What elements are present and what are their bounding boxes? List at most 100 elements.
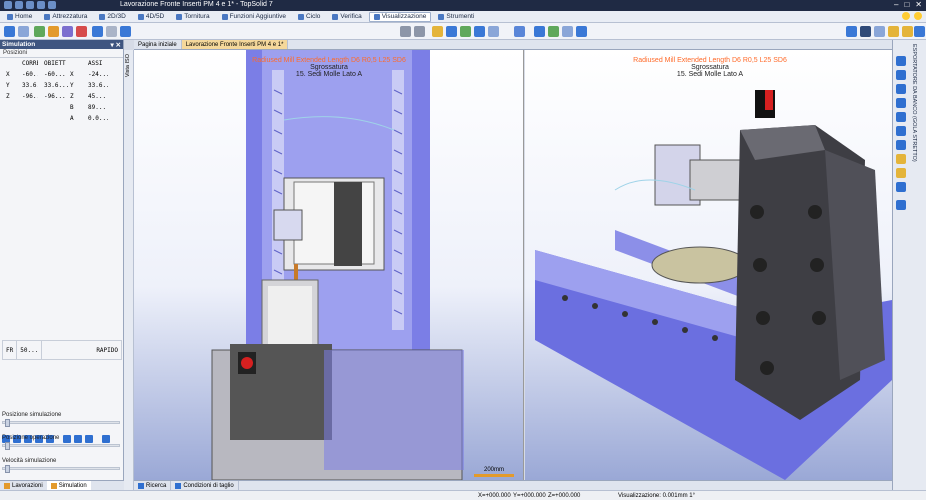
status-bar: X=+000.000 Y=+000.000 Z=+000.000 Visuali… bbox=[0, 490, 926, 500]
table-view-icon[interactable] bbox=[576, 26, 587, 37]
simulation-speed-slider: Velocità simulazione bbox=[2, 458, 120, 473]
graph-view-icon[interactable] bbox=[562, 26, 573, 37]
positions-section: Posizioni bbox=[0, 49, 123, 58]
tab-home[interactable]: Home bbox=[2, 12, 37, 22]
cube-view-icon[interactable] bbox=[514, 26, 525, 37]
search-icon[interactable] bbox=[896, 140, 906, 150]
slider-thumb[interactable] bbox=[5, 465, 10, 473]
status-z: Z=+000.000 bbox=[548, 493, 581, 499]
tab-document[interactable]: Lavorazione Fronte Inserti PM 4 e 1* bbox=[181, 40, 289, 49]
view-highlight-icon[interactable] bbox=[76, 26, 87, 37]
split-view-icon[interactable] bbox=[534, 26, 545, 37]
tab-4d5d[interactable]: 4D/5D bbox=[133, 12, 169, 22]
tab-home-page[interactable]: Pagina iniziale bbox=[134, 40, 182, 49]
tools-icon bbox=[438, 13, 445, 20]
undo-icon[interactable] bbox=[26, 1, 34, 9]
view-shade-icon[interactable] bbox=[62, 26, 73, 37]
slider-thumb[interactable] bbox=[5, 419, 10, 427]
status-x: X=+000.000 bbox=[478, 493, 511, 499]
window-zoom-icon[interactable] bbox=[896, 126, 906, 136]
right-machine-render bbox=[535, 90, 892, 480]
refresh-icon[interactable] bbox=[48, 1, 56, 9]
mill-4d5d-icon bbox=[137, 13, 144, 20]
tab-condizioni-di-taglio[interactable]: Condizioni di taglio bbox=[171, 481, 239, 490]
left-operation-step: 15. Sedi Molle Lato A bbox=[295, 71, 363, 78]
tab-ricerca[interactable]: Ricerca bbox=[134, 481, 172, 490]
right-tool-name: Radiused Mill Extended Length D6 R0,5 L2… bbox=[633, 57, 787, 64]
simulation-panel-header: Simulation ▾ ✕ bbox=[0, 40, 123, 49]
camera-icon[interactable] bbox=[474, 26, 485, 37]
box-view-icon[interactable] bbox=[860, 26, 871, 37]
tab-strumenti[interactable]: Strumenti bbox=[433, 12, 479, 22]
home-view-icon[interactable] bbox=[846, 26, 857, 37]
view-zoom-icon[interactable] bbox=[106, 26, 117, 37]
tab-tornitura[interactable]: Tornitura bbox=[171, 12, 214, 22]
base-slide bbox=[324, 350, 464, 470]
align-left-icon[interactable] bbox=[400, 26, 411, 37]
quick-access-toolbar bbox=[4, 1, 56, 9]
save-icon[interactable] bbox=[15, 1, 23, 9]
cycle-icon bbox=[297, 13, 304, 20]
cutting-conditions-icon bbox=[175, 482, 182, 489]
workpiece bbox=[273, 209, 303, 241]
chart-view-icon[interactable] bbox=[548, 26, 559, 37]
tab-attrezzatura[interactable]: Attrezzatura bbox=[39, 12, 92, 22]
graphics-area[interactable]: Radiused Mill Extended Length D6 R0,5 L2… bbox=[134, 50, 892, 480]
tab-visualizzazione[interactable]: Visualizzazione bbox=[368, 11, 432, 22]
pan-icon[interactable] bbox=[896, 84, 906, 94]
simulation-speed-track[interactable] bbox=[2, 465, 120, 473]
app-logo-icon[interactable] bbox=[4, 1, 12, 9]
maximize-button[interactable]: □ bbox=[904, 0, 909, 9]
folder-icon[interactable] bbox=[888, 26, 899, 37]
tab-funzioni-aggiuntive[interactable]: Funzioni Aggiuntive bbox=[217, 12, 291, 22]
left-viewport[interactable]: Radiused Mill Extended Length D6 R0,5 L2… bbox=[134, 50, 524, 480]
tab-ciclo[interactable]: Ciclo bbox=[293, 12, 325, 22]
tab-2d3d[interactable]: 2D/3D bbox=[94, 12, 130, 22]
navigate-icon[interactable] bbox=[896, 56, 906, 66]
panel-pin-close[interactable]: ▾ ✕ bbox=[110, 41, 121, 49]
light-icon[interactable] bbox=[488, 26, 499, 37]
help-icon[interactable] bbox=[896, 168, 906, 178]
table-row: Z -96... -96... Z 45... bbox=[6, 93, 107, 100]
measure-icon[interactable] bbox=[896, 70, 906, 80]
tab-simulation[interactable]: Simulation bbox=[46, 481, 91, 490]
layers-icon[interactable] bbox=[896, 200, 906, 210]
redo-icon[interactable] bbox=[37, 1, 45, 9]
align-right-icon[interactable] bbox=[414, 26, 425, 37]
simulation-position-track[interactable] bbox=[2, 419, 120, 427]
zoom-icon[interactable] bbox=[896, 112, 906, 122]
tab-lavorazioni[interactable]: Lavorazioni bbox=[0, 481, 47, 490]
iso-view-tab[interactable]: Vista ISO bbox=[124, 50, 134, 490]
view-model-icon[interactable] bbox=[4, 26, 15, 37]
simulation-icon bbox=[50, 482, 57, 489]
slider-thumb[interactable] bbox=[5, 442, 10, 450]
minimize-button[interactable]: – bbox=[894, 0, 898, 9]
right-viewport[interactable]: Radiused Mill Extended Length D6 R0,5 L2… bbox=[525, 50, 892, 480]
overflow-icon[interactable] bbox=[914, 26, 925, 37]
view-wire-icon[interactable] bbox=[18, 26, 29, 37]
layer-icon[interactable] bbox=[432, 26, 443, 37]
close-button[interactable]: ✕ bbox=[915, 0, 922, 9]
operation-position-track[interactable] bbox=[2, 442, 120, 450]
project-icon[interactable] bbox=[874, 26, 885, 37]
view-fit-icon[interactable] bbox=[92, 26, 103, 37]
help-icon[interactable] bbox=[902, 12, 910, 20]
feedrate-value: 50... bbox=[17, 341, 43, 359]
view-section-icon[interactable] bbox=[48, 26, 59, 37]
table-row: Y 33.6... 33.6... Y 33.6... bbox=[6, 82, 108, 89]
sensor-led bbox=[765, 90, 773, 110]
settings-icon[interactable] bbox=[896, 182, 906, 192]
color-icon[interactable] bbox=[460, 26, 471, 37]
rotate-icon[interactable] bbox=[896, 98, 906, 108]
right-operation-info: Radiused Mill Extended Length D6 R0,5 L2… bbox=[615, 57, 805, 78]
scale-bar: 200mm bbox=[474, 467, 514, 477]
package-icon[interactable] bbox=[902, 26, 913, 37]
properties-icon[interactable] bbox=[896, 154, 906, 164]
settings-icon[interactable] bbox=[914, 12, 922, 20]
view-grid-icon[interactable] bbox=[34, 26, 45, 37]
rotary-table bbox=[651, 246, 749, 284]
motion-mode: RAPIDO bbox=[96, 346, 118, 354]
display-mode-icon[interactable] bbox=[446, 26, 457, 37]
view-rotate-icon[interactable] bbox=[120, 26, 131, 37]
tab-verifica[interactable]: Verifica bbox=[327, 12, 366, 22]
